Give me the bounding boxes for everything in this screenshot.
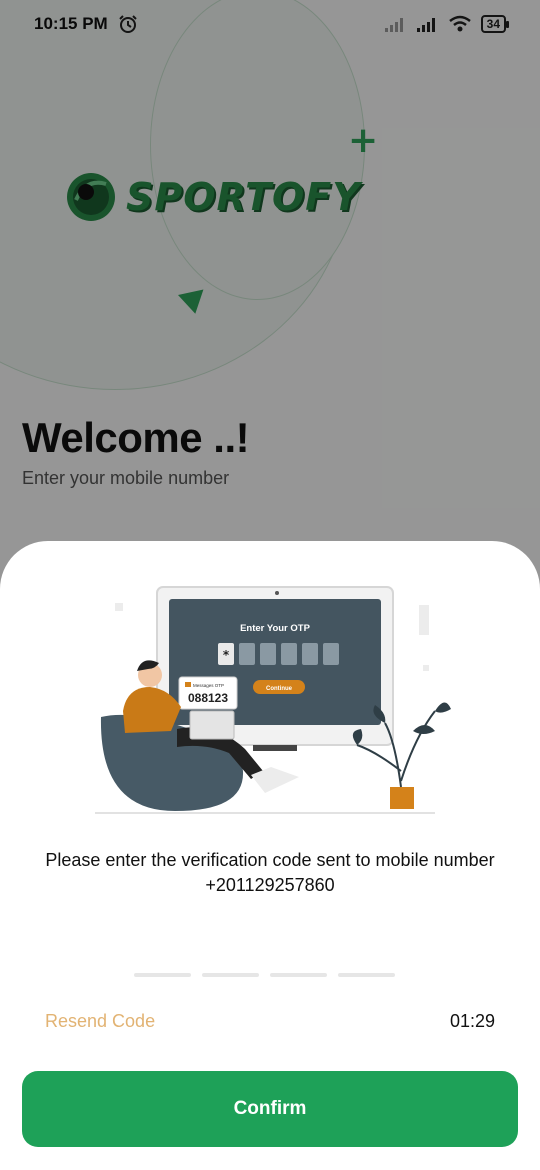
illustration-message-title: Messages OTP xyxy=(193,683,224,688)
resend-code-link[interactable]: Resend Code xyxy=(45,1011,155,1032)
otp-digit-3[interactable] xyxy=(270,973,327,977)
svg-text:*: * xyxy=(223,648,230,662)
verification-message: Please enter the verification code sent … xyxy=(45,850,495,895)
illustration-screen-title: Enter Your OTP xyxy=(240,623,311,634)
otp-bottom-sheet: Enter Your OTP * Continue Messages OTP 0… xyxy=(0,541,540,1170)
otp-illustration: Enter Your OTP * Continue Messages OTP 0… xyxy=(95,586,451,814)
otp-digit-1[interactable] xyxy=(134,973,191,977)
illustration-continue-label: Continue xyxy=(266,686,293,692)
confirm-button[interactable]: Confirm xyxy=(22,1071,518,1147)
illustration-otp-code: 088123 xyxy=(188,691,228,705)
otp-input-row[interactable] xyxy=(134,973,395,977)
countdown-timer: 01:29 xyxy=(449,1011,495,1031)
otp-digit-2[interactable] xyxy=(202,973,259,977)
otp-digit-4[interactable] xyxy=(338,973,395,977)
